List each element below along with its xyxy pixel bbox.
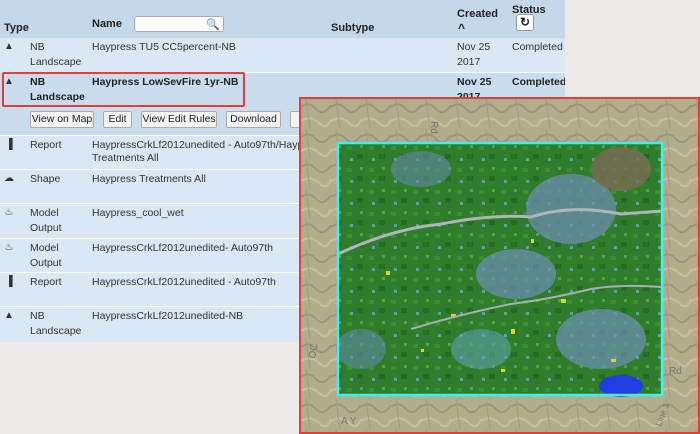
column-subtype[interactable]: Subtype: [331, 22, 374, 34]
row-created: Nov 25: [457, 41, 491, 53]
fire-icon: ♨: [4, 207, 14, 218]
row-name-cont: Treatments All: [92, 152, 159, 164]
bar-chart-icon: ▐: [5, 139, 13, 150]
edit-button[interactable]: Edit: [103, 111, 132, 128]
tree-icon: ▲: [4, 310, 14, 321]
refresh-button[interactable]: ↻: [516, 14, 534, 31]
row-name[interactable]: HaypressCrkLf2012unedited- Auto97th: [92, 241, 273, 256]
selected-row-highlight: [2, 72, 245, 107]
row-status: Completed: [512, 76, 565, 88]
map-label-road-right: Rd: [669, 366, 682, 377]
row-name[interactable]: Haypress Treatments All: [92, 172, 206, 187]
row-type: NB: [30, 41, 45, 53]
row-type: Shape: [30, 173, 61, 185]
tree-icon: ▲: [4, 41, 14, 52]
table-header: Type Name 🔍 Subtype Created ^ Status ↻: [0, 0, 565, 38]
row-created: Nov 25: [457, 76, 492, 88]
sort-ascending-icon[interactable]: ^: [458, 21, 465, 35]
download-button[interactable]: Download: [226, 111, 281, 128]
row-status: Completed: [512, 41, 563, 53]
column-name[interactable]: Name: [92, 18, 122, 30]
row-type: Model: [30, 207, 59, 219]
lake: [599, 375, 643, 397]
refresh-icon: ↻: [519, 15, 531, 29]
view-edit-rules-button[interactable]: View Edit Rules: [141, 111, 217, 128]
row-type: NB: [30, 310, 45, 322]
row-type-sub: Output: [30, 222, 62, 234]
fire-icon: ♨: [4, 242, 14, 253]
row-name[interactable]: Haypress_cool_wet: [92, 206, 184, 221]
row-type-sub: Landscape: [30, 56, 82, 68]
row-name[interactable]: HaypressCrkLf2012unedited - Auto97th: [92, 275, 276, 290]
row-type: Model: [30, 242, 59, 254]
bar-chart-icon: ▐: [5, 276, 13, 287]
search-icon: 🔍: [206, 19, 220, 31]
map-canvas[interactable]: Rd Rd OC A Y Line 1: [301, 99, 698, 432]
view-on-map-button[interactable]: View on Map: [30, 111, 94, 128]
row-name[interactable]: Haypress TU5 CC5percent-NB: [92, 40, 236, 55]
row-name[interactable]: HaypressCrkLf2012unedited-NB: [92, 309, 243, 324]
map-label-road-top: Rd: [428, 121, 439, 134]
map-label-bottom: A Y: [341, 416, 357, 427]
map-preview[interactable]: Rd Rd OC A Y Line 1: [299, 97, 700, 434]
row-type-sub: Landscape: [30, 325, 82, 337]
row-type-sub: Output: [30, 257, 62, 269]
table-row[interactable]: ▲ NB Landscape Haypress TU5 CC5percent-N…: [0, 38, 565, 72]
column-type[interactable]: Type: [4, 22, 29, 34]
row-type: Report: [30, 139, 62, 151]
search-input[interactable]: 🔍: [134, 16, 224, 32]
row-type: Report: [30, 276, 62, 288]
cloud-icon: ☁: [4, 173, 14, 184]
row-created-year: 2017: [457, 56, 481, 68]
column-created[interactable]: Created: [457, 8, 498, 20]
